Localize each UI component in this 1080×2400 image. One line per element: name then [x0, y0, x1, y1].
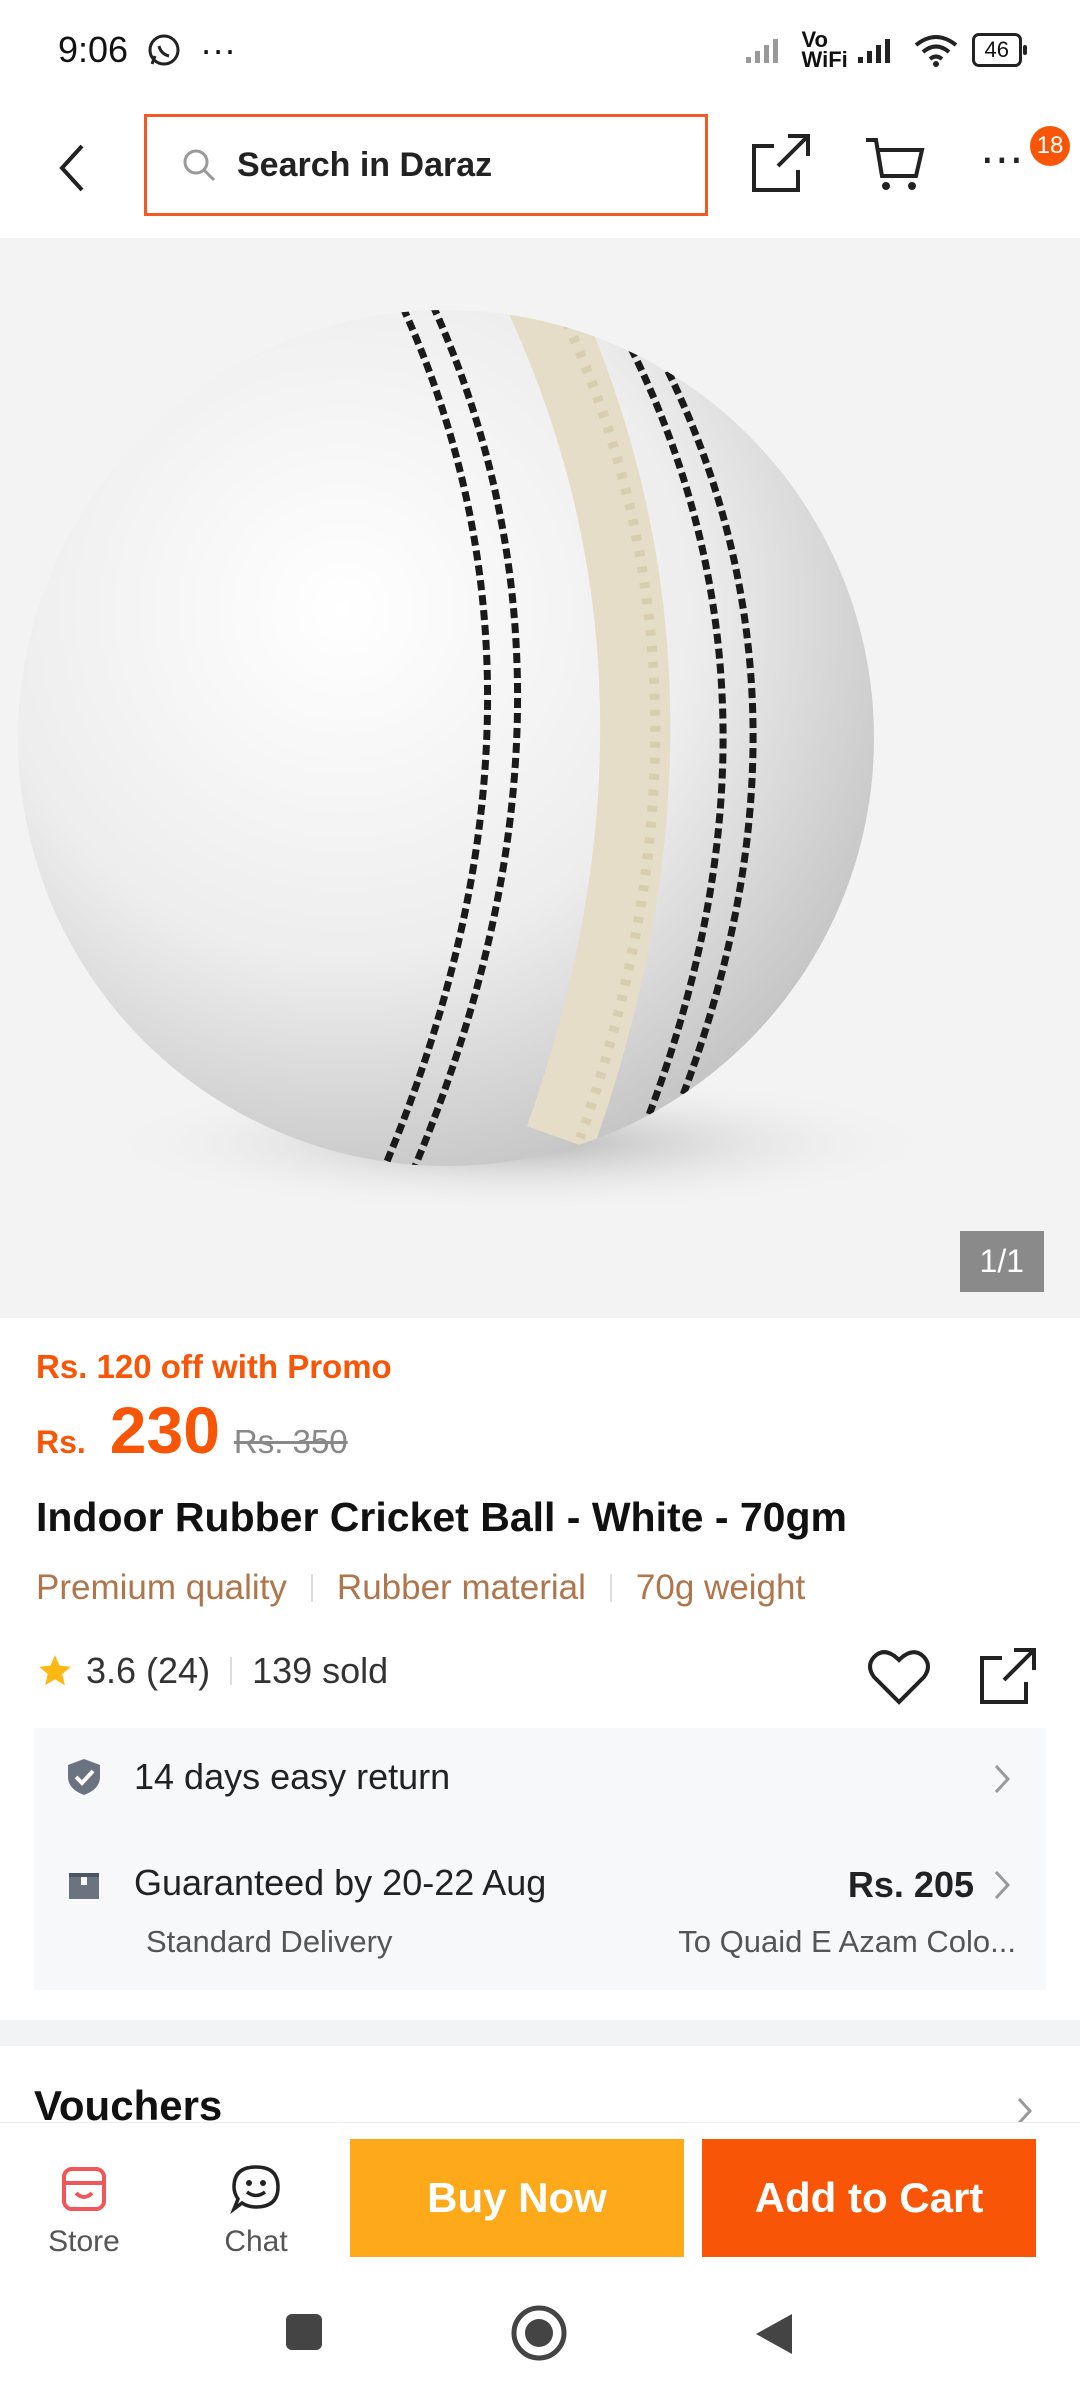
- chat-icon: [230, 2165, 280, 2215]
- tag-item: Rubber material: [336, 1568, 586, 1607]
- share-icon[interactable]: [748, 130, 814, 196]
- search-input[interactable]: Search in Daraz: [144, 114, 708, 216]
- product-image-gallery[interactable]: 1/1: [0, 238, 1080, 1318]
- price-row: Rs. 230 Rs. 350: [36, 1392, 348, 1468]
- search-icon: [183, 149, 216, 182]
- price-currency: Rs.: [36, 1424, 86, 1460]
- recent-apps-icon[interactable]: [282, 2310, 326, 2354]
- home-icon[interactable]: [510, 2304, 568, 2362]
- status-time: 9:06: [58, 29, 129, 70]
- section-divider: [0, 2020, 1080, 2046]
- delivery-row[interactable]: Guaranteed by 20-22 Aug: [66, 1862, 546, 1904]
- product-title: Indoor Rubber Cricket Ball - White - 70g…: [36, 1494, 847, 1540]
- image-counter: 1/1: [959, 1231, 1044, 1292]
- system-nav-bar: [0, 2286, 1080, 2400]
- delivery-destination: To Quaid E Azam Colo...: [678, 1924, 1016, 1959]
- promo-text: Rs. 120 off with Promo: [36, 1348, 392, 1385]
- heart-icon[interactable]: [866, 1646, 932, 1708]
- status-bar: 9:06 ··· Vo WiFi 46: [0, 0, 1080, 100]
- delivery-fee: Rs. 205: [847, 1864, 974, 1905]
- share-icon[interactable]: [976, 1644, 1040, 1708]
- tag-item: Premium quality: [36, 1568, 287, 1607]
- store-icon: [62, 2167, 106, 2211]
- whatsapp-notification-icon: [148, 34, 180, 66]
- search-placeholder: Search in Daraz: [237, 145, 493, 184]
- rating-value: 3.6: [86, 1650, 137, 1691]
- back-arrow-icon[interactable]: [52, 138, 92, 198]
- notification-badge: 18: [1030, 126, 1070, 166]
- sold-count: 139 sold: [252, 1650, 389, 1691]
- star-icon: [39, 1655, 71, 1686]
- cricket-ball-image: [18, 310, 940, 1213]
- top-header: Search in Daraz ⋯ 18: [0, 100, 1080, 236]
- chevron-right-icon[interactable]: [992, 1762, 1012, 1796]
- vowifi-label: Vo WiFi: [801, 27, 848, 72]
- cart-icon[interactable]: [862, 130, 928, 196]
- product-tags: Premium quality Rubber material 70g weig…: [36, 1568, 805, 1608]
- wifi-icon: [914, 35, 957, 67]
- bottom-action-bar: Store Chat Buy Now Add to Cart: [0, 2122, 1080, 2286]
- review-count: (24): [146, 1650, 211, 1691]
- chevron-right-icon[interactable]: [992, 1868, 1012, 1902]
- return-policy-text: 14 days easy return: [134, 1756, 451, 1797]
- chat-label: Chat: [224, 2225, 288, 2258]
- rating-divider: [230, 1657, 233, 1685]
- chat-button[interactable]: Chat: [196, 2163, 316, 2259]
- delivery-type: Standard Delivery: [146, 1924, 393, 1959]
- tag-divider: [310, 1574, 313, 1602]
- delivery-guarantee-text: Guaranteed by 20-22 Aug: [134, 1862, 547, 1903]
- battery-icon: 46: [971, 33, 1028, 67]
- tag-divider: [609, 1574, 612, 1602]
- delivery-box-icon: [69, 1873, 99, 1899]
- store-button[interactable]: Store: [24, 2163, 144, 2259]
- original-price: Rs. 350: [233, 1423, 348, 1460]
- buy-now-button[interactable]: Buy Now: [350, 2139, 684, 2257]
- back-nav-icon[interactable]: [752, 2310, 796, 2358]
- status-more-dots: ···: [200, 29, 237, 70]
- return-policy-row[interactable]: 14 days easy return: [66, 1756, 450, 1798]
- current-price: 230: [109, 1393, 220, 1467]
- signal-strong-icon: [857, 39, 890, 63]
- shield-check-icon: [68, 1759, 100, 1795]
- store-label: Store: [48, 2225, 120, 2258]
- service-info-box: 14 days easy return Guaranteed by 20-22 …: [34, 1728, 1046, 1990]
- rating-row[interactable]: 3.6 (24) 139 sold: [36, 1650, 388, 1692]
- tag-item: 70g weight: [635, 1568, 806, 1607]
- add-to-cart-button[interactable]: Add to Cart: [702, 2139, 1036, 2257]
- signal-weak-icon: [745, 39, 778, 63]
